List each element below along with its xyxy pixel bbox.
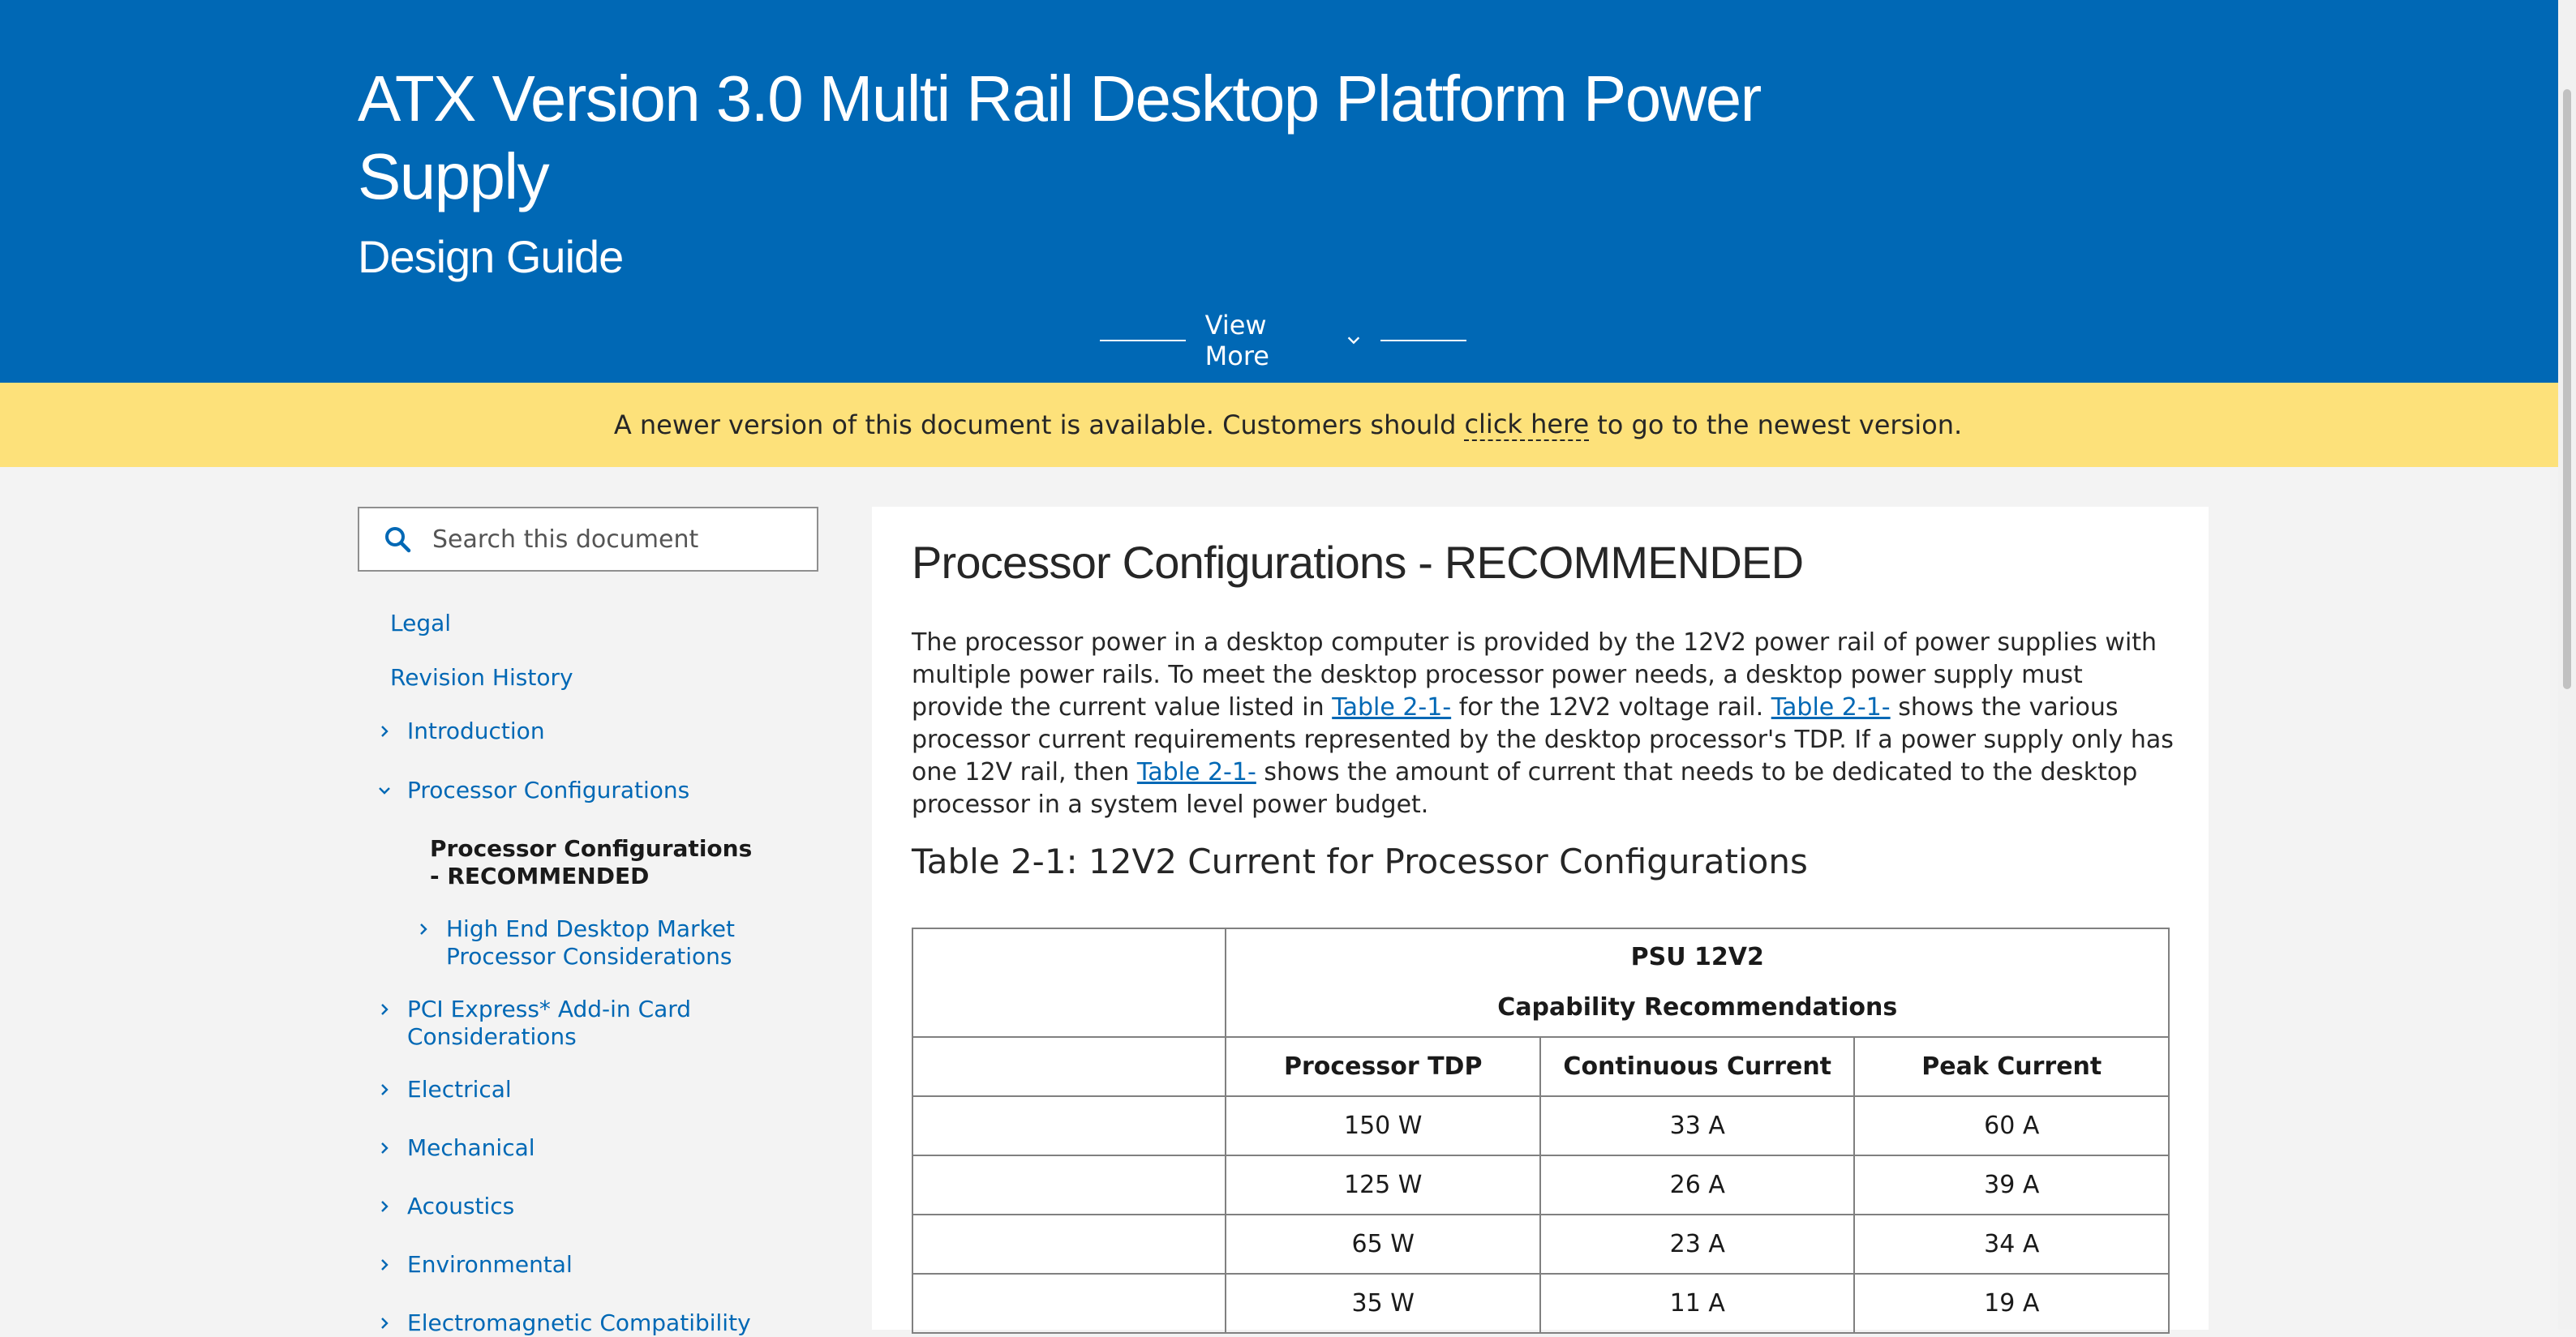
page-title: Processor Configurations - RECOMMENDED bbox=[912, 537, 1804, 588]
chevron-right-icon bbox=[375, 1193, 394, 1220]
toc-item-environmental[interactable]: Environmental bbox=[381, 1251, 573, 1279]
toc-item-label: PCI Express* Add-in Card Considerations bbox=[407, 996, 692, 1050]
table-cell: 34 A bbox=[1853, 1214, 2170, 1275]
toc-item-label: Environmental bbox=[407, 1251, 573, 1278]
table-cell: 35 W bbox=[1225, 1273, 1541, 1334]
banner-text-end: to go to the newest version. bbox=[1597, 409, 1963, 440]
toc-item-electrical[interactable]: Electrical bbox=[381, 1076, 512, 1103]
psu-12v2-header: PSU 12V2 Capability Recommendations bbox=[1225, 928, 2170, 1038]
toc-item-label: Legal bbox=[390, 610, 452, 636]
document-header: ATX Version 3.0 Multi Rail Desktop Platf… bbox=[0, 0, 2576, 383]
toc-item-label: Electrical bbox=[407, 1076, 512, 1103]
toc-item-label: Acoustics bbox=[407, 1193, 515, 1219]
chevron-down-icon bbox=[375, 777, 394, 804]
table-cell bbox=[911, 1095, 1227, 1156]
table-cell: 26 A bbox=[1539, 1155, 1856, 1215]
document-title: ATX Version 3.0 Multi Rail Desktop Platf… bbox=[358, 62, 1762, 212]
toc-item-label: Revision History bbox=[390, 664, 573, 691]
main-content: Processor Configurations - RECOMMENDED T… bbox=[872, 507, 2209, 1334]
table-2-1-link[interactable]: Table 2-1- bbox=[1332, 693, 1451, 722]
search-icon bbox=[385, 527, 411, 553]
divider-line bbox=[1380, 340, 1466, 341]
toc-item-introduction[interactable]: Introduction bbox=[381, 718, 545, 745]
table-cell: 19 A bbox=[1853, 1273, 2170, 1334]
table-cell bbox=[911, 1273, 1227, 1334]
toc-item-processor-configurations-recommended[interactable]: Processor Configurations - RECOMMENDED bbox=[430, 835, 754, 890]
click-here-link[interactable]: click here bbox=[1464, 409, 1590, 441]
table-header-row: Processor TDP Continuous Current Peak Cu… bbox=[911, 1036, 2170, 1097]
view-more-button[interactable]: View More bbox=[1100, 310, 1466, 371]
chevron-right-icon bbox=[375, 1309, 394, 1337]
toc-item-label: Electromagnetic Compatibility bbox=[407, 1309, 751, 1336]
table-cell: 39 A bbox=[1853, 1155, 2170, 1215]
toc-item-label: Processor Configurations bbox=[407, 777, 690, 803]
table-group-header-row: PSU 12V2 Capability Recommendations bbox=[911, 928, 2170, 1038]
chevron-right-icon bbox=[375, 1251, 394, 1279]
table-cell: 150 W bbox=[1225, 1095, 1541, 1156]
chevron-right-icon bbox=[375, 1076, 394, 1103]
document-subtitle: Design Guide bbox=[358, 231, 624, 282]
table-cell: 33 A bbox=[1539, 1095, 1856, 1156]
chevron-right-icon bbox=[414, 915, 433, 943]
table-cell: 60 A bbox=[1853, 1095, 2170, 1156]
chevron-right-icon bbox=[375, 1134, 394, 1162]
toc-item-pci-express[interactable]: PCI Express* Add-in Card Considerations bbox=[381, 996, 715, 1051]
toc-item-acoustics[interactable]: Acoustics bbox=[381, 1193, 515, 1220]
toc-item-electromagnetic-compatibility[interactable]: Electromagnetic Compatibility bbox=[381, 1309, 751, 1337]
toc-item-legal[interactable]: Legal bbox=[390, 610, 451, 637]
toc-item-mechanical[interactable]: Mechanical bbox=[381, 1134, 535, 1162]
view-more-label: View More bbox=[1204, 310, 1269, 371]
table-row: 35 W 11 A 19 A bbox=[911, 1273, 2170, 1334]
table-cell-empty bbox=[911, 928, 1227, 1038]
table-row: 125 W 26 A 39 A bbox=[911, 1155, 2170, 1215]
toc-item-revision-history[interactable]: Revision History bbox=[390, 664, 573, 692]
page-scrollbar[interactable] bbox=[2558, 0, 2576, 1330]
toc-item-high-end-desktop[interactable]: High End Desktop Market Processor Consid… bbox=[420, 915, 754, 971]
table-cell: 65 W bbox=[1225, 1214, 1541, 1275]
table-cell bbox=[911, 1214, 1227, 1275]
table-row: 150 W 33 A 60 A bbox=[911, 1095, 2170, 1156]
column-header bbox=[911, 1036, 1227, 1097]
table-cell: 23 A bbox=[1539, 1214, 1856, 1275]
chevron-right-icon bbox=[375, 718, 394, 745]
toc-item-label: Mechanical bbox=[407, 1134, 535, 1161]
banner-text: A newer version of this document is avai… bbox=[613, 409, 1457, 440]
table-cell bbox=[911, 1155, 1227, 1215]
chevron-down-icon bbox=[1348, 336, 1360, 345]
chevron-right-icon bbox=[375, 996, 394, 1023]
search-input[interactable] bbox=[431, 524, 791, 555]
divider-line bbox=[1100, 340, 1186, 341]
table-row: 65 W 23 A 34 A bbox=[911, 1214, 2170, 1275]
scrollbar-thumb[interactable] bbox=[2563, 89, 2571, 689]
column-header: Continuous Current bbox=[1539, 1036, 1856, 1097]
toc-item-label: Processor Configurations - RECOMMENDED bbox=[430, 835, 753, 889]
column-header: Processor TDP bbox=[1225, 1036, 1541, 1097]
search-box[interactable] bbox=[358, 507, 818, 572]
table-cell: 11 A bbox=[1539, 1273, 1856, 1334]
table-2-1-link[interactable]: Table 2-1- bbox=[1137, 758, 1256, 786]
table-cell: 125 W bbox=[1225, 1155, 1541, 1215]
toc-item-label: Introduction bbox=[407, 718, 545, 744]
processor-current-table: PSU 12V2 Capability Recommendations Proc… bbox=[911, 928, 2170, 1334]
column-header: Peak Current bbox=[1853, 1036, 2170, 1097]
table-caption: Table 2-1: 12V2 Current for Processor Co… bbox=[912, 842, 1808, 881]
table-2-1-link[interactable]: Table 2-1- bbox=[1771, 693, 1891, 722]
toc-item-processor-configurations[interactable]: Processor Configurations bbox=[379, 777, 690, 804]
toc-item-label: High End Desktop Market Processor Consid… bbox=[446, 915, 735, 970]
intro-paragraph: The processor power in a desktop compute… bbox=[912, 628, 2174, 819]
newer-version-banner: A newer version of this document is avai… bbox=[0, 383, 2576, 467]
